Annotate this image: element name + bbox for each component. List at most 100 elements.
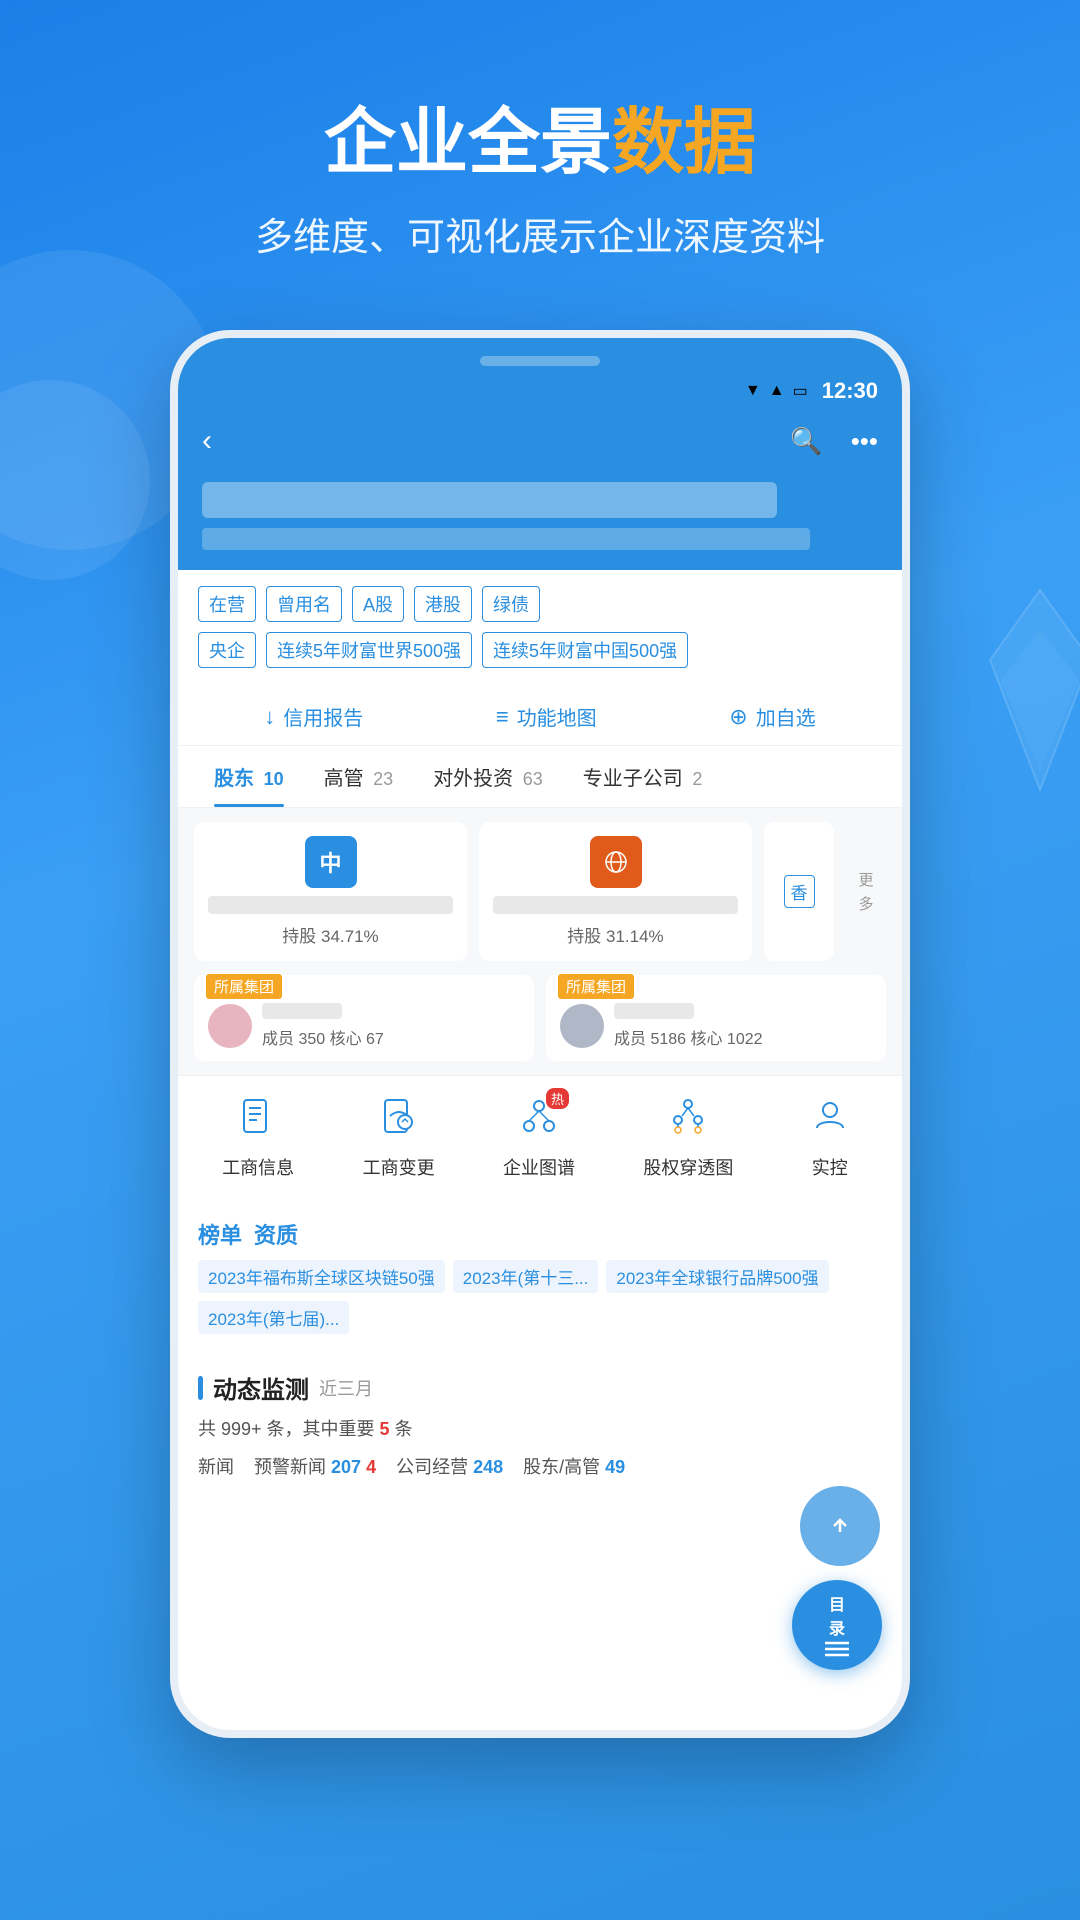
download-icon: ↓ <box>264 704 275 730</box>
stat-shareholders-exec: 股东/高管 49 <box>523 1453 625 1479</box>
rankings-title: 榜单 <box>198 1218 242 1250</box>
func-icon-wrap-5 <box>802 1092 858 1148</box>
monitor-stats-row: 新闻 预警新闻 207 4 公司经营 248 股东/高管 49 <box>198 1453 882 1479</box>
tab-shareholders-count: 10 <box>264 769 284 789</box>
more-text-2: 多 <box>858 893 873 914</box>
shareholder-card-2[interactable]: 持股 31.14% <box>479 822 752 961</box>
tab-executives-label: 高管 <box>324 768 364 790</box>
tag-operating[interactable]: 在营 <box>198 586 256 622</box>
rank-tag-3[interactable]: 2023年全球银行品牌500强 <box>606 1260 828 1293</box>
group-badge-2: 所属集团 <box>558 974 634 999</box>
status-icons: ▼ ▲ ▭ <box>745 381 808 401</box>
func-label-4: 股权穿透图 <box>643 1154 733 1180</box>
shareholder-name-2-blurred <box>493 896 738 914</box>
rank-tag-2[interactable]: 2023年(第十三... <box>453 1260 599 1293</box>
phone-speaker <box>480 356 600 366</box>
func-icon-wrap-1 <box>230 1092 286 1148</box>
shareholder-hk-card[interactable]: 香 <box>764 822 834 961</box>
monitor-important-count: 5 <box>380 1419 390 1439</box>
more-options-icon[interactable]: ••• <box>851 426 878 457</box>
group-inner-2: 成员 5186 核心 1022 <box>560 1003 872 1049</box>
shareholder-avatar-1: 中 <box>305 836 357 888</box>
func-actual-control[interactable]: 实控 <box>802 1092 858 1180</box>
stat-warning-news: 预警新闻 207 4 <box>254 1453 376 1479</box>
add-icon: ⊕ <box>729 704 747 730</box>
shareholder-avatar-2 <box>590 836 642 888</box>
map-icon: ≡ <box>496 704 509 730</box>
tag-hk-share[interactable]: 港股 <box>414 586 472 622</box>
func-business-change[interactable]: 工商变更 <box>363 1092 435 1180</box>
monitor-title: 动态监测 <box>213 1370 309 1405</box>
float-menu-button[interactable]: 目 录 <box>792 1580 882 1670</box>
float-top-button[interactable] <box>800 1486 880 1566</box>
battery-icon: ▭ <box>793 381 808 401</box>
tag-central-enterprise[interactable]: 央企 <box>198 632 256 668</box>
tab-subsidiaries[interactable]: 专业子公司 2 <box>563 746 723 807</box>
status-time: 12:30 <box>822 378 878 404</box>
globe-icon <box>598 844 634 880</box>
func-icon-wrap-2 <box>371 1092 427 1148</box>
float-menu-label-2: 录 <box>829 1615 845 1639</box>
group-card-1[interactable]: 所属集团 成员 350 核心 67 <box>194 975 534 1061</box>
func-label-3: 企业图谱 <box>503 1154 575 1180</box>
tab-subsidiaries-label: 专业子公司 <box>583 768 683 790</box>
tab-shareholders[interactable]: 股东 10 <box>194 746 304 807</box>
func-label-5: 实控 <box>812 1154 848 1180</box>
nav-actions: 🔍 ••• <box>790 426 878 457</box>
func-business-info[interactable]: 工商信息 <box>222 1092 294 1180</box>
tab-investments-label: 对外投资 <box>433 768 513 790</box>
company-name-blurred <box>202 482 777 518</box>
group-name-1-blurred <box>262 1003 342 1019</box>
float-menu-label-1: 目 <box>829 1591 845 1615</box>
scroll-top-icon <box>830 1516 850 1536</box>
tag-fortune-world[interactable]: 连续5年财富世界500强 <box>266 632 472 668</box>
tabs-row: 股东 10 高管 23 对外投资 63 专业子公司 2 <box>178 746 902 808</box>
menu-lines-icon <box>825 1639 849 1659</box>
title-part2: 数据 <box>612 103 756 183</box>
group-badge-1: 所属集团 <box>206 974 282 999</box>
tab-executives-count: 23 <box>373 769 393 789</box>
add-watchlist-button[interactable]: ⊕ 加自选 <box>729 702 815 731</box>
groups-row: 所属集团 成员 350 核心 67 所属集团 成员 5186 核心 1022 <box>178 975 902 1075</box>
tab-investments-count: 63 <box>523 769 543 789</box>
monitor-header: 动态监测 近三月 <box>198 1370 882 1405</box>
blue-bar-indicator <box>198 1376 203 1400</box>
rankings-section: 榜单 资质 2023年福布斯全球区块链50强 2023年(第十三... 2023… <box>178 1204 902 1348</box>
tag-fortune-china[interactable]: 连续5年财富中国500强 <box>482 632 688 668</box>
func-enterprise-map[interactable]: 热 企业图谱 <box>503 1092 575 1180</box>
function-map-button[interactable]: ≡ 功能地图 <box>496 702 597 731</box>
group-stats-1: 成员 350 核心 67 <box>262 1025 384 1049</box>
stat-operations: 公司经营 248 <box>396 1453 503 1479</box>
tab-subsidiaries-count: 2 <box>692 769 702 789</box>
credit-report-label: 信用报告 <box>283 702 363 731</box>
more-button[interactable]: 更 多 <box>846 822 886 961</box>
tab-shareholders-label: 股东 <box>214 768 254 790</box>
phone-content: 在营 曾用名 A股 港股 绿债 央企 连续5年财富世界500强 连续5年财富中国… <box>178 570 902 1730</box>
add-watchlist-label: 加自选 <box>756 702 816 731</box>
business-info-icon <box>240 1098 276 1143</box>
phone-frame: ▼ ▲ ▭ 12:30 ‹ 🔍 ••• 在营 曾用名 A股 港股 绿债 <box>170 330 910 1738</box>
shareholder-pct-2: 持股 31.14% <box>567 922 663 947</box>
func-equity-penetration[interactable]: 股权穿透图 <box>643 1092 733 1180</box>
rank-tag-4[interactable]: 2023年(第七届)... <box>198 1301 349 1334</box>
rank-tag-1[interactable]: 2023年福布斯全球区块链50强 <box>198 1260 445 1293</box>
title-part1: 企业全景 <box>324 103 612 183</box>
tag-former-name[interactable]: 曾用名 <box>266 586 342 622</box>
app-navbar: ‹ 🔍 ••• <box>178 412 902 474</box>
tag-green-bond[interactable]: 绿债 <box>482 586 540 622</box>
function-map-label: 功能地图 <box>517 702 597 731</box>
search-icon[interactable]: 🔍 <box>790 426 822 457</box>
back-button[interactable]: ‹ <box>202 424 212 458</box>
company-sub-blurred <box>202 528 810 550</box>
shareholder-card-1[interactable]: 中 持股 34.71% <box>194 822 467 961</box>
shareholder-pct-1: 持股 34.71% <box>282 922 378 947</box>
tag-a-share[interactable]: A股 <box>352 586 404 622</box>
tab-executives[interactable]: 高管 23 <box>304 746 414 807</box>
credit-report-button[interactable]: ↓ 信用报告 <box>264 702 363 731</box>
group-card-2[interactable]: 所属集团 成员 5186 核心 1022 <box>546 975 886 1061</box>
tags-row-1: 在营 曾用名 A股 港股 绿债 <box>198 586 882 622</box>
phone-notch <box>178 338 902 374</box>
tab-investments[interactable]: 对外投资 63 <box>413 746 563 807</box>
wifi-icon: ▼ <box>745 382 761 400</box>
monitor-section: 动态监测 近三月 共 999+ 条，其中重要 5 条 新闻 预警新闻 207 4… <box>178 1356 902 1493</box>
